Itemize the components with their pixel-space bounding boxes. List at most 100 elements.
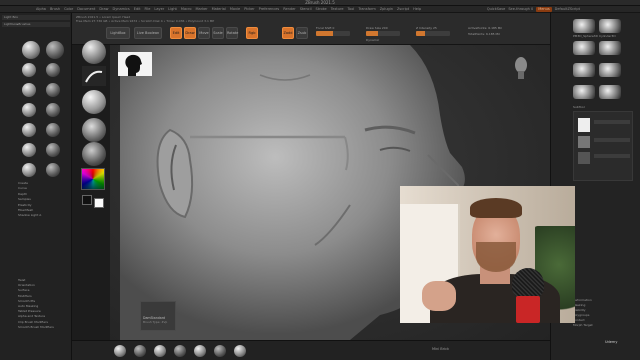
brush-thumb-2[interactable]	[46, 41, 64, 59]
menu-visibility[interactable]: Visibility	[573, 308, 593, 312]
menu-surface[interactable]: Surface	[18, 288, 54, 292]
menu-item-light[interactable]: Light	[168, 7, 177, 12]
brush-thumb-7[interactable]	[22, 103, 36, 117]
see-through-slider[interactable]: See-through 0	[508, 7, 533, 12]
secondary-color[interactable]	[82, 195, 92, 205]
menu-samples[interactable]: Samples	[18, 197, 41, 201]
zadd-toggle[interactable]: Zadd	[282, 27, 294, 39]
menu-item-transform[interactable]: Transform	[358, 7, 375, 12]
menu-twist[interactable]: Twist	[18, 278, 54, 282]
menu-create[interactable]: Create	[18, 181, 41, 185]
menu-smooth-pts[interactable]: Smooth Pts	[18, 299, 54, 303]
menu-item-zscript[interactable]: Zscript	[397, 7, 409, 12]
menu-fibermesh[interactable]: FiberMesh	[18, 208, 41, 212]
quicksave-button[interactable]: QuickSave	[487, 7, 506, 12]
texture-thumb[interactable]	[82, 118, 106, 142]
tool-thumb-cylinder[interactable]	[599, 19, 621, 33]
menu-item-draw[interactable]: Draw	[99, 7, 108, 12]
subtool-row-2[interactable]	[594, 138, 630, 142]
brush-thumb-10[interactable]	[46, 123, 60, 137]
tool-thumb-5[interactable]	[573, 63, 595, 77]
edit-button[interactable]: Edit	[170, 27, 182, 39]
rgb-toggle[interactable]: Rgb	[246, 27, 258, 39]
main-color[interactable]	[94, 198, 104, 208]
brush-thumb-8[interactable]	[46, 103, 60, 117]
menu-item-texture[interactable]: Texture	[331, 7, 344, 12]
menu-item-document[interactable]: Document	[77, 7, 95, 12]
tool-thumb-3[interactable]	[573, 41, 595, 55]
menu-alpha-texture[interactable]: Alpha and Texture	[18, 314, 54, 318]
menu-morph-target[interactable]: Morph Target	[573, 323, 593, 327]
dynamic-label[interactable]: Dynamic	[366, 38, 379, 42]
menu-shadow-light[interactable]: Shadow Light A	[18, 213, 41, 217]
tool-thumb-8[interactable]	[599, 85, 621, 99]
bottom-brush-2[interactable]	[134, 345, 146, 357]
menu-item-zplugin[interactable]: Zplugin	[380, 7, 393, 12]
lightbox-header[interactable]: Light Box	[2, 15, 70, 20]
brush-thumb-9[interactable]	[22, 123, 36, 137]
menu-item-render[interactable]: Render	[283, 7, 295, 12]
menu-item-file[interactable]: File	[145, 7, 151, 12]
lightbox-brushes-header[interactable]: Lightbox▸Brushes	[2, 22, 70, 27]
menu-item-macro[interactable]: Macro	[181, 7, 192, 12]
menu-masking[interactable]: Masking	[573, 303, 593, 307]
rotate-button[interactable]: Rotate	[226, 27, 238, 39]
move-button[interactable]: Move	[198, 27, 210, 39]
subtool-row-1[interactable]	[594, 120, 630, 124]
menu-item-movie[interactable]: Movie	[230, 7, 240, 12]
tool-thumb-4[interactable]	[599, 41, 621, 55]
menu-item-alpha[interactable]: Alpha	[36, 7, 46, 12]
menu-curve[interactable]: Curve	[18, 186, 41, 190]
subtool-thumb-2[interactable]	[578, 136, 590, 148]
z-intensity-slider[interactable]	[416, 31, 450, 36]
menu-item-dynamics[interactable]: Dynamics	[113, 7, 130, 12]
menu-item-layer[interactable]: Layer	[154, 7, 164, 12]
menu-tablet-pressure[interactable]: Tablet Pressure	[18, 309, 54, 313]
bottom-brush-6[interactable]	[214, 345, 226, 357]
subtool-row-3[interactable]	[594, 154, 630, 158]
brush-thumb-13[interactable]	[22, 163, 36, 177]
scale-button[interactable]: Scale	[212, 27, 224, 39]
draw-size-slider[interactable]	[366, 31, 400, 36]
brush-thumb-6[interactable]	[46, 83, 60, 97]
brush-thumb-11[interactable]	[22, 143, 36, 157]
focal-shift-slider[interactable]	[316, 31, 350, 36]
menu-polygroups[interactable]: Polygroups	[573, 313, 593, 317]
menu-item-material[interactable]: Material	[212, 7, 226, 12]
brush-thumb-14[interactable]	[46, 163, 60, 177]
brush-thumb-1[interactable]	[22, 41, 40, 59]
bottom-brush-7[interactable]	[234, 345, 246, 357]
menu-modifiers[interactable]: Modifiers	[18, 294, 54, 298]
brush-thumb-3[interactable]	[22, 63, 36, 77]
menu-clip-brush[interactable]: Clip Brush Modifiers	[18, 320, 54, 324]
subtool-label[interactable]: SubTool	[573, 105, 585, 109]
subtool-thumb-1[interactable]	[578, 118, 590, 132]
live-boolean-button[interactable]: Live Boolean	[134, 27, 162, 39]
mode-label[interactable]: Mini Brick	[432, 347, 449, 351]
brush-thumb-5[interactable]	[22, 83, 36, 97]
menu-item-preferences[interactable]: Preferences	[259, 7, 280, 12]
tool-thumb-6[interactable]	[599, 63, 621, 77]
navigation-head-gizmo[interactable]	[512, 55, 530, 79]
zsub-toggle[interactable]: Zsub	[296, 27, 308, 39]
tool-thumb-7[interactable]	[573, 85, 595, 99]
material-thumb[interactable]	[82, 142, 106, 166]
menu-item-edit[interactable]: Edit	[134, 7, 141, 12]
menu-item-marker[interactable]: Marker	[196, 7, 208, 12]
alpha-thumb[interactable]	[82, 90, 106, 114]
menu-elasticity[interactable]: Elasticity	[18, 203, 41, 207]
menu-item-help[interactable]: Help	[413, 7, 421, 12]
bottom-brush-4[interactable]	[174, 345, 186, 357]
bottom-brush-1[interactable]	[114, 345, 126, 357]
menu-item-brush[interactable]: Brush	[50, 7, 60, 12]
menu-contact[interactable]: Contact	[573, 318, 593, 322]
brush-thumb-4[interactable]	[46, 63, 60, 77]
menu-item-picker[interactable]: Picker	[244, 7, 254, 12]
bottom-brush-3[interactable]	[154, 345, 166, 357]
subtool-thumb-3[interactable]	[578, 152, 590, 164]
bottom-brush-5[interactable]	[194, 345, 206, 357]
stroke-thumb[interactable]	[82, 66, 106, 86]
subtool-list[interactable]	[573, 111, 633, 181]
document-thumbnail[interactable]	[118, 52, 152, 76]
current-brush-thumb[interactable]	[82, 40, 106, 64]
